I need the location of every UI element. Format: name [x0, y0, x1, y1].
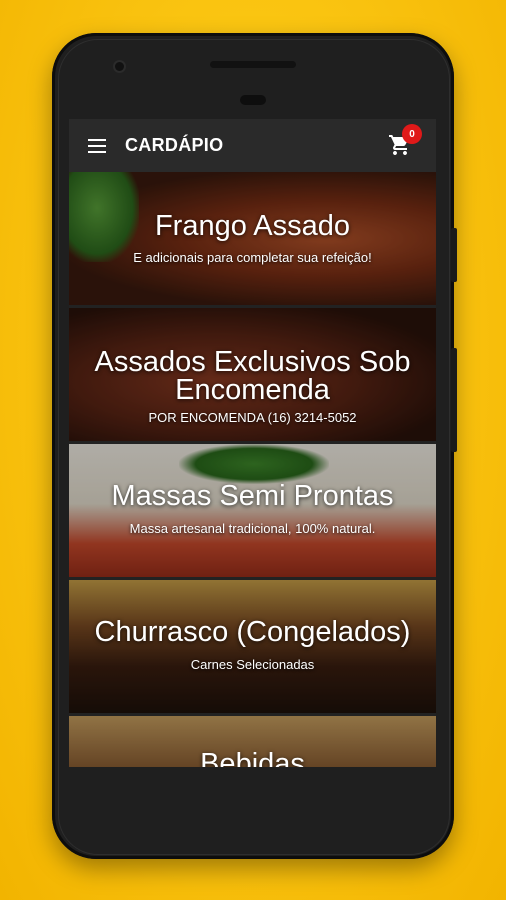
- menu-button[interactable]: [69, 119, 125, 172]
- category-card-assados-exclusivos[interactable]: Assados Exclusivos Sob Encomenda POR ENC…: [69, 308, 436, 441]
- power-button: [451, 348, 457, 452]
- category-card-churrasco[interactable]: Churrasco (Congelados) Carnes Selecionad…: [69, 580, 436, 713]
- earpiece-speaker: [210, 61, 296, 68]
- category-title: Massas Semi Prontas: [111, 480, 394, 512]
- category-subtitle: E adicionais para completar sua refeição…: [133, 250, 372, 265]
- category-card-bebidas[interactable]: Bebidas: [69, 716, 436, 767]
- front-camera: [115, 62, 124, 71]
- category-title: Frango Assado: [154, 210, 351, 242]
- category-list: Frango Assado E adicionais para completa…: [69, 172, 436, 767]
- hamburger-menu-icon: [88, 138, 106, 153]
- category-title: Bebidas: [200, 748, 305, 768]
- category-card-frango-assado[interactable]: Frango Assado E adicionais para completa…: [69, 172, 436, 305]
- page-title: CARDÁPIO: [125, 135, 224, 155]
- app-screen: CARDÁPIO 0 Frango Assado E adicionais pa…: [69, 119, 436, 767]
- category-title: Churrasco (Congelados): [94, 616, 411, 648]
- category-subtitle: Massa artesanal tradicional, 100% natura…: [129, 521, 376, 536]
- app-bar: CARDÁPIO 0: [69, 119, 436, 172]
- cart-button[interactable]: 0: [388, 124, 422, 159]
- category-title: Assados Exclusivos Sob Encomenda: [94, 346, 411, 406]
- cart-count-badge: 0: [402, 124, 422, 144]
- category-subtitle: POR ENCOMENDA (16) 3214-5052: [148, 410, 357, 425]
- volume-button: [451, 228, 457, 282]
- category-subtitle: Carnes Selecionadas: [190, 657, 315, 672]
- proximity-sensor: [240, 95, 266, 105]
- category-card-massas[interactable]: Massas Semi Prontas Massa artesanal trad…: [69, 444, 436, 577]
